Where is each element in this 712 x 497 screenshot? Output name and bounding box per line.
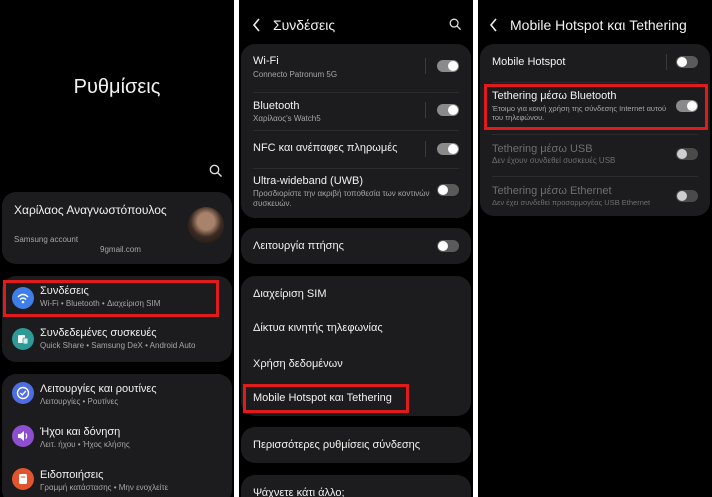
- mobile-networks-item[interactable]: Δίκτυα κινητής τηλεφωνίας: [253, 322, 383, 334]
- settings-panel: Ρυθμίσεις Χαρίλαος Αναγνωστόπουλος Samsu…: [0, 0, 234, 497]
- row-title: Περισσότερες ρυθμίσεις σύνδεσης: [253, 439, 421, 451]
- settings-item-title: Λειτουργίες και ρουτίνες: [40, 383, 157, 395]
- nfc-toggle[interactable]: [437, 143, 459, 155]
- more-connection-settings-card[interactable]: Περισσότερες ρυθμίσεις σύνδεσης: [241, 427, 471, 463]
- notification-icon: [12, 468, 34, 490]
- row-subtitle: Δεν έχουν συνδεθεί συσκευές USB: [492, 156, 616, 165]
- search-icon[interactable]: [449, 18, 462, 36]
- wifi-row[interactable]: Wi-Fi Connecto Patronum 5G: [241, 44, 471, 88]
- divider: [253, 92, 459, 93]
- settings-group-2: Λειτουργίες και ρουτίνες Λειτουργίες • Ρ…: [2, 374, 232, 497]
- check-icon: [12, 382, 34, 404]
- settings-item-modes-routines[interactable]: Λειτουργίες και ρουτίνες Λειτουργίες • Ρ…: [2, 374, 232, 414]
- looking-for-card: Ψάχνετε κάτι άλλο;: [241, 475, 471, 497]
- row-title: Ultra-wideband (UWB): [253, 175, 364, 187]
- header-title: Mobile Hotspot και Tethering: [510, 17, 687, 33]
- account-name: Χαρίλαος Αναγνωστόπουλος: [14, 203, 167, 217]
- divider: [425, 141, 426, 157]
- settings-item-title: Ειδοποιήσεις: [40, 469, 104, 481]
- account-email: 9gmail.com: [100, 245, 141, 254]
- airplane-card[interactable]: Λειτουργία πτήσης: [241, 228, 471, 264]
- row-title: Bluetooth: [253, 100, 300, 112]
- divider: [492, 134, 698, 135]
- ethernet-tethering-row: Tethering μέσω Ethernet Δεν έχει συνδεθε…: [480, 178, 710, 214]
- connections-panel: Συνδέσεις Wi-Fi Connecto Patronum 5G Blu…: [239, 0, 473, 497]
- ethernet-tethering-toggle: [676, 190, 698, 202]
- row-title: Ψάχνετε κάτι άλλο;: [253, 487, 345, 497]
- settings-item-subtitle: Γραμμή κατάστασης • Μην ενοχλείτε: [40, 483, 169, 492]
- settings-item-title: Ήχοι και δόνηση: [40, 426, 121, 438]
- highlight-connections: [3, 280, 219, 317]
- sim-manager-item[interactable]: Διαχείριση SIM: [253, 288, 327, 300]
- row-subtitle: Προσδιορίστε την ακριβή τοποθεσία των κο…: [253, 189, 430, 208]
- row-title: Tethering μέσω Ethernet: [492, 185, 612, 197]
- back-arrow-icon[interactable]: [251, 17, 263, 38]
- header-title: Συνδέσεις: [273, 17, 336, 33]
- settings-item-notifications[interactable]: Ειδοποιήσεις Γραμμή κατάστασης • Μην ενο…: [2, 464, 232, 497]
- connections-group-1: Wi-Fi Connecto Patronum 5G Bluetooth Χαρ…: [241, 44, 471, 218]
- divider: [666, 54, 667, 70]
- usb-tethering-toggle: [676, 148, 698, 160]
- row-title: Tethering μέσω USB: [492, 143, 593, 155]
- uwb-row[interactable]: Ultra-wideband (UWB) Προσδιορίστε την ακ…: [241, 170, 471, 216]
- sound-icon: [12, 425, 34, 447]
- account-card[interactable]: Χαρίλαος Αναγνωστόπουλος Samsung account…: [2, 192, 232, 264]
- settings-item-connected-devices[interactable]: Συνδεδεμένες συσκευές Quick Share • Sams…: [2, 320, 232, 360]
- airplane-toggle[interactable]: [437, 240, 459, 252]
- settings-item-subtitle: Λειτ. ήχου • Ήχος κλήσης: [40, 440, 130, 449]
- settings-item-subtitle: Quick Share • Samsung DeX • Android Auto: [40, 341, 196, 350]
- uwb-toggle[interactable]: [437, 184, 459, 196]
- tethering-group: Mobile Hotspot Tethering μέσω Bluetooth …: [480, 44, 710, 216]
- highlight-hotspot: [243, 384, 409, 413]
- data-usage-item[interactable]: Χρήση δεδομένων: [253, 358, 343, 370]
- divider: [425, 58, 426, 74]
- search-icon[interactable]: [209, 164, 223, 183]
- divider: [492, 82, 698, 83]
- avatar[interactable]: [188, 207, 224, 243]
- wifi-toggle[interactable]: [437, 60, 459, 72]
- row-title: Λειτουργία πτήσης: [253, 240, 344, 252]
- page-title: Ρυθμίσεις: [73, 76, 161, 98]
- mobile-hotspot-row[interactable]: Mobile Hotspot: [480, 44, 710, 80]
- divider: [425, 102, 426, 118]
- nfc-row[interactable]: NFC και ανέπαφες πληρωμές: [241, 132, 471, 166]
- row-title: Wi-Fi: [253, 55, 279, 67]
- bluetooth-toggle[interactable]: [437, 104, 459, 116]
- settings-item-title: Συνδεδεμένες συσκευές: [40, 327, 157, 339]
- mobile-hotspot-toggle[interactable]: [676, 56, 698, 68]
- row-subtitle: Δεν έχει συνδεθεί προσαρμογέας USB Ether…: [492, 198, 651, 207]
- settings-item-subtitle: Λειτουργίες • Ρουτίνες: [40, 397, 119, 406]
- row-subtitle: Connecto Patronum 5G: [253, 70, 338, 79]
- highlight-bluetooth-tethering: [484, 84, 708, 130]
- row-title: NFC και ανέπαφες πληρωμές: [253, 142, 398, 154]
- usb-tethering-row: Tethering μέσω USB Δεν έχουν συνδεθεί συ…: [480, 136, 710, 172]
- hotspot-tethering-panel: Mobile Hotspot και Tethering Mobile Hots…: [478, 0, 712, 497]
- divider: [253, 168, 459, 169]
- settings-item-sounds[interactable]: Ήχοι και δόνηση Λειτ. ήχου • Ήχος κλήσης: [2, 421, 232, 461]
- divider: [253, 130, 459, 131]
- row-title: Mobile Hotspot: [492, 56, 566, 68]
- divider: [492, 176, 698, 177]
- back-arrow-icon[interactable]: [488, 17, 500, 38]
- devices-icon: [12, 328, 34, 350]
- account-label: Samsung account: [14, 235, 79, 244]
- row-subtitle: Χαρίλαος's Watch5: [253, 114, 321, 123]
